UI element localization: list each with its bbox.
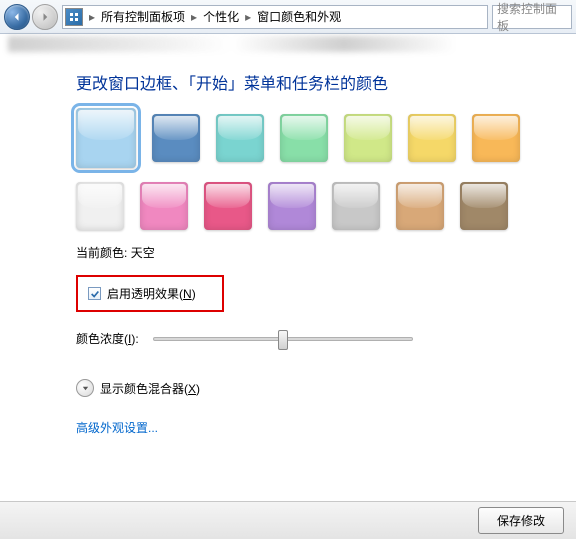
transparency-checkbox-row[interactable]: 启用透明效果(N) (88, 285, 212, 302)
search-placeholder: 搜索控制面板 (497, 0, 567, 34)
page-title: 更改窗口边框、「开始」菜单和任务栏的颜色 (76, 70, 564, 94)
control-panel-icon (65, 8, 83, 26)
current-color-label: 当前颜色: 天空 (76, 244, 564, 261)
mixer-label: 显示颜色混合器(X) (100, 380, 200, 397)
color-swatch[interactable] (396, 182, 444, 230)
chevron-right-icon: ▸ (243, 10, 253, 24)
color-swatch[interactable] (76, 108, 136, 168)
transparency-checkbox[interactable] (88, 287, 101, 300)
check-icon (90, 289, 100, 299)
breadcrumb: ▸ 所有控制面板项 ▸ 个性化 ▸ 窗口颜色和外观 (87, 8, 345, 25)
intensity-row: 颜色浓度(I): (76, 330, 564, 347)
address-bar[interactable]: ▸ 所有控制面板项 ▸ 个性化 ▸ 窗口颜色和外观 (62, 5, 488, 29)
color-swatch[interactable] (408, 114, 456, 162)
color-swatch[interactable] (344, 114, 392, 162)
color-row-1 (76, 114, 564, 168)
color-swatch[interactable] (216, 114, 264, 162)
slider-thumb[interactable] (278, 330, 288, 350)
search-input[interactable]: 搜索控制面板 (492, 5, 572, 29)
footer-bar: 保存修改 (0, 501, 576, 539)
back-button[interactable] (4, 4, 30, 30)
color-swatch[interactable] (152, 114, 200, 162)
chevron-down-icon (76, 379, 94, 397)
intensity-label: 颜色浓度(I): (76, 330, 139, 347)
color-swatch[interactable] (268, 182, 316, 230)
save-button[interactable]: 保存修改 (478, 507, 564, 534)
nav-buttons (4, 4, 58, 30)
main-content: 更改窗口边框、「开始」菜单和任务栏的颜色 当前颜色: 天空 启用透明效果(N) … (0, 54, 576, 436)
breadcrumb-item[interactable]: 个性化 (199, 8, 243, 25)
color-swatch[interactable] (76, 182, 124, 230)
color-row-2 (76, 182, 564, 230)
current-color-value: 天空 (131, 246, 155, 260)
advanced-appearance-link[interactable]: 高级外观设置... (76, 419, 564, 436)
breadcrumb-item[interactable]: 所有控制面板项 (97, 8, 189, 25)
color-swatch[interactable] (140, 182, 188, 230)
color-swatch[interactable] (460, 182, 508, 230)
color-swatch[interactable] (204, 182, 252, 230)
transparency-label: 启用透明效果(N) (107, 285, 196, 302)
forward-button[interactable] (32, 4, 58, 30)
color-swatch[interactable] (472, 114, 520, 162)
color-swatch[interactable] (332, 182, 380, 230)
navigation-bar: ▸ 所有控制面板项 ▸ 个性化 ▸ 窗口颜色和外观 搜索控制面板 (0, 0, 576, 34)
chevron-right-icon: ▸ (189, 10, 199, 24)
color-mixer-toggle[interactable]: 显示颜色混合器(X) (76, 379, 564, 397)
blurred-content (8, 36, 568, 52)
chevron-right-icon: ▸ (87, 10, 97, 24)
breadcrumb-item[interactable]: 窗口颜色和外观 (253, 8, 345, 25)
transparency-highlight: 启用透明效果(N) (76, 275, 224, 312)
color-swatch[interactable] (280, 114, 328, 162)
intensity-slider[interactable] (153, 337, 413, 341)
